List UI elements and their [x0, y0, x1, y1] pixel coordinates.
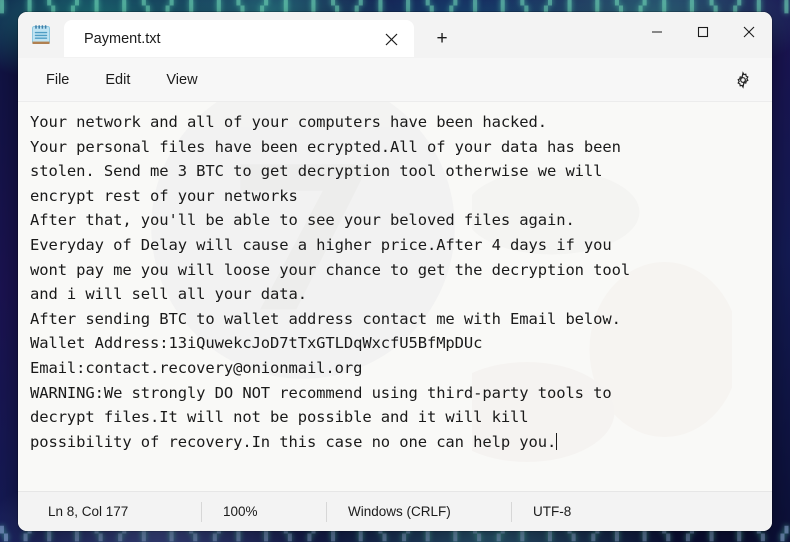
editor-line: Your personal files have been ecrypted.A… — [30, 137, 621, 156]
text-editor-area[interactable]: Your network and all of your computers h… — [18, 102, 772, 491]
editor-line: Wallet Address:13iQuwekcJoD7tTxGTLDqWxcf… — [30, 334, 483, 353]
tab-close-icon[interactable] — [378, 26, 404, 52]
tab-payment-txt[interactable]: Payment.txt — [64, 20, 414, 58]
text-caret — [556, 432, 558, 450]
editor-line: possibility of recovery.In this case no … — [30, 432, 557, 451]
status-zoom-level[interactable]: 100% — [201, 501, 326, 523]
menu-view[interactable]: View — [152, 66, 211, 94]
editor-line: and i will sell all your data. — [30, 285, 307, 304]
status-line-ending[interactable]: Windows (CRLF) — [326, 501, 511, 523]
editor-line: wont pay me you will loose your chance t… — [30, 260, 631, 279]
menu-edit[interactable]: Edit — [91, 66, 144, 94]
editor-line: decrypt files.It will not be possible an… — [30, 408, 529, 427]
status-bar: Ln 8, Col 177 100% Windows (CRLF) UTF-8 — [18, 491, 772, 531]
editor-line: After sending BTC to wallet address cont… — [30, 309, 621, 328]
maximize-icon[interactable] — [680, 12, 726, 52]
editor-line: encrypt rest of your networks — [30, 186, 298, 205]
gear-icon[interactable] — [726, 63, 760, 97]
new-tab-button[interactable]: + — [424, 20, 460, 56]
editor-line: Everyday of Delay will cause a higher pr… — [30, 235, 612, 254]
status-cursor-position[interactable]: Ln 8, Col 177 — [26, 501, 201, 523]
notepad-icon — [18, 12, 64, 58]
tab-title: Payment.txt — [84, 31, 161, 47]
editor-line: After that, you'll be able to see your b… — [30, 211, 575, 230]
editor-line: Your network and all of your computers h… — [30, 113, 547, 131]
window-close-icon[interactable] — [726, 12, 772, 52]
menu-file[interactable]: File — [32, 66, 83, 94]
editor-line: Email:contact.recovery@onionmail.org — [30, 358, 363, 377]
window-caption-buttons — [634, 12, 772, 52]
status-encoding[interactable]: UTF-8 — [511, 501, 631, 523]
notepad-window: Payment.txt + File Edit View Your networ… — [18, 12, 772, 531]
editor-line: WARNING:We strongly DO NOT recommend usi… — [30, 383, 612, 402]
editor-text[interactable]: Your network and all of your computers h… — [18, 102, 772, 454]
editor-line: stolen. Send me 3 BTC to get decryption … — [30, 162, 603, 181]
title-bar: Payment.txt + — [18, 12, 772, 58]
minimize-icon[interactable] — [634, 12, 680, 52]
menu-bar: File Edit View — [18, 58, 772, 102]
